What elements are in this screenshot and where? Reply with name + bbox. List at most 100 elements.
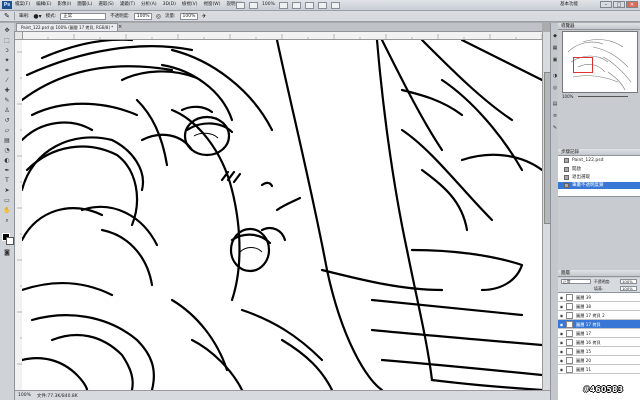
- layer-row[interactable]: ◉ 圖層 17: [558, 329, 640, 338]
- snapshot-icon: [564, 158, 569, 163]
- visibility-eye-icon[interactable]: ◉: [559, 331, 564, 336]
- ruler-origin[interactable]: [15, 32, 23, 40]
- menu-window[interactable]: 視窗(W): [203, 1, 220, 9]
- visibility-eye-icon[interactable]: ◉: [559, 358, 564, 363]
- layer-row[interactable]: ◉ 圖層 16 拷貝: [558, 338, 640, 347]
- history-item[interactable]: 開啟: [558, 166, 640, 173]
- visibility-eye-icon[interactable]: ◉: [559, 349, 564, 354]
- history-item-label: 開啟: [572, 167, 581, 172]
- maximize-button[interactable]: □: [613, 1, 625, 8]
- layer-opacity-label: 不透明度:: [594, 279, 611, 284]
- navigator-panel-header[interactable]: 導覽器: [558, 23, 640, 30]
- layer-fill-field[interactable]: 100%: [620, 286, 637, 291]
- app-zoom-level[interactable]: 100%: [262, 1, 275, 9]
- visibility-eye-icon[interactable]: ◉: [559, 322, 564, 327]
- history-brush-tool-icon[interactable]: ↺: [3, 117, 11, 125]
- layer-row-selected[interactable]: ◉ 圖層 17 拷貝: [558, 320, 640, 329]
- crop-tool-icon[interactable]: ⌗: [3, 67, 11, 75]
- view-extras-button[interactable]: [249, 1, 258, 9]
- photoshop-logo: Ps: [2, 1, 12, 9]
- gradient-tool-icon[interactable]: ▤: [3, 137, 11, 145]
- hand-tool-icon[interactable]: ✋: [3, 207, 11, 215]
- eraser-tool-icon[interactable]: ▱: [3, 127, 11, 135]
- blur-tool-icon[interactable]: ◔: [3, 147, 11, 155]
- background-color-swatch[interactable]: [6, 237, 14, 245]
- zoom-tool-icon[interactable]: ⌕: [3, 217, 11, 225]
- menu-edit[interactable]: 編輯(E): [36, 1, 51, 9]
- arrange-documents-button[interactable]: [317, 1, 327, 9]
- close-button[interactable]: ✕: [626, 1, 638, 8]
- launch-bridge-button[interactable]: [236, 1, 245, 9]
- navigator-zoom-value[interactable]: 100%: [562, 94, 573, 99]
- horizontal-ruler[interactable]: [22, 32, 542, 40]
- airbrush-icon[interactable]: ✈: [202, 13, 207, 20]
- layer-row[interactable]: ◉ 圖層 17 拷貝 2: [558, 311, 640, 320]
- move-tool-icon[interactable]: ✥: [3, 27, 11, 35]
- layer-row[interactable]: ◉ 圖層 11: [558, 365, 640, 374]
- history-panel-header[interactable]: 步驟記錄: [558, 149, 640, 156]
- layer-row[interactable]: ◉ 圖層 15: [558, 347, 640, 356]
- layer-opacity-field[interactable]: 100%: [620, 279, 637, 284]
- quick-select-tool-icon[interactable]: ✦: [3, 57, 11, 65]
- menu-3d[interactable]: 3D(D): [163, 1, 176, 9]
- dodge-tool-icon[interactable]: ◐: [3, 157, 11, 165]
- navigator-view-rectangle[interactable]: [573, 57, 593, 73]
- shape-tool-icon[interactable]: ▭: [3, 197, 11, 205]
- document-canvas[interactable]: [22, 40, 542, 390]
- navigator-zoom-slider[interactable]: [578, 96, 628, 97]
- brush-tool-icon[interactable]: ✎: [3, 97, 11, 105]
- healing-brush-tool-icon[interactable]: ✚: [3, 87, 11, 95]
- history-snapshot[interactable]: Paint_122.psd: [558, 157, 640, 164]
- layer-thumbnail: [566, 303, 573, 310]
- clone-stamp-tool-icon[interactable]: ♙: [3, 107, 11, 115]
- screen-mode-button[interactable]: [330, 1, 340, 9]
- menu-layer[interactable]: 圖層(L): [77, 1, 92, 9]
- history-step-icon: [564, 167, 569, 172]
- opacity-field[interactable]: 100%: [133, 12, 152, 20]
- history-item-selected[interactable]: 筆畫不透明度鎖: [558, 182, 640, 189]
- status-zoom[interactable]: 100%: [18, 393, 31, 398]
- layers-panel-title: 圖層: [561, 271, 570, 276]
- path-select-tool-icon[interactable]: ➤: [3, 187, 11, 195]
- visibility-eye-icon[interactable]: ◉: [559, 304, 564, 309]
- blend-mode-dropdown[interactable]: 正常: [561, 279, 591, 284]
- layer-row[interactable]: ◉ 圖層 39: [558, 293, 640, 302]
- menu-file[interactable]: 檔案(F): [15, 1, 30, 9]
- brush-tool-icon[interactable]: ✎: [4, 12, 10, 20]
- navigator-preview[interactable]: [562, 31, 638, 93]
- visibility-eye-icon[interactable]: ◉: [559, 340, 564, 345]
- visibility-eye-icon[interactable]: ◉: [559, 295, 564, 300]
- layer-name: 圖層 16 拷貝: [576, 340, 601, 345]
- marquee-tool-icon[interactable]: ⬚: [3, 37, 11, 45]
- visibility-eye-icon[interactable]: ◉: [559, 367, 564, 372]
- layer-list: ◉ 圖層 39 ◉ 圖層 38 ◉ 圖層 17 拷貝 2 ◉ 圖層 17 拷貝 …: [558, 293, 640, 400]
- eyedropper-tool-icon[interactable]: ⁄: [3, 77, 11, 85]
- visibility-eye-icon[interactable]: ◉: [559, 313, 564, 318]
- menu-analysis[interactable]: 分析(A): [141, 1, 157, 9]
- layers-panel-header[interactable]: 圖層: [558, 270, 640, 277]
- layer-row[interactable]: ◉ 圖層 38: [558, 302, 640, 311]
- mode-dropdown[interactable]: 正常: [60, 12, 107, 20]
- document-tab[interactable]: Paint_122.psd @ 100% (圖層 17 拷貝, RGB/8) *: [16, 23, 119, 31]
- hand-tool-button[interactable]: [278, 1, 288, 9]
- quick-mask-icon[interactable]: ◙: [3, 249, 11, 257]
- workspace-switcher[interactable]: 基本功能: [560, 1, 578, 9]
- type-tool-icon[interactable]: T: [3, 177, 11, 185]
- zoom-tool-button[interactable]: [291, 1, 301, 9]
- rotate-view-button[interactable]: [304, 1, 314, 9]
- pen-tool-icon[interactable]: ✒: [3, 167, 11, 175]
- layer-row[interactable]: ◉ 圖層 20: [558, 356, 640, 365]
- pressure-opacity-icon[interactable]: ◎: [156, 13, 161, 20]
- menu-view[interactable]: 檢視(V): [182, 1, 198, 9]
- close-tab-icon[interactable]: ×: [118, 24, 122, 30]
- brush-preset-picker[interactable]: ●▾: [33, 13, 41, 20]
- flow-field[interactable]: 100%: [179, 12, 198, 20]
- menu-select[interactable]: 選取(S): [98, 1, 113, 9]
- menu-filter[interactable]: 濾鏡(T): [120, 1, 135, 9]
- menu-image[interactable]: 影像(I): [57, 1, 71, 9]
- lasso-tool-icon[interactable]: ↄ: [3, 47, 11, 55]
- minimize-button[interactable]: –: [600, 1, 612, 8]
- toolbox: ✥ ⬚ ↄ ✦ ⌗ ⁄ ✚ ✎ ♙ ↺ ▱ ▤ ◔ ◐ ✒ T ➤ ▭ ✋ ⌕ …: [0, 23, 15, 400]
- window-controls: – □ ✕: [600, 1, 638, 8]
- history-item[interactable]: 退出選取: [558, 174, 640, 181]
